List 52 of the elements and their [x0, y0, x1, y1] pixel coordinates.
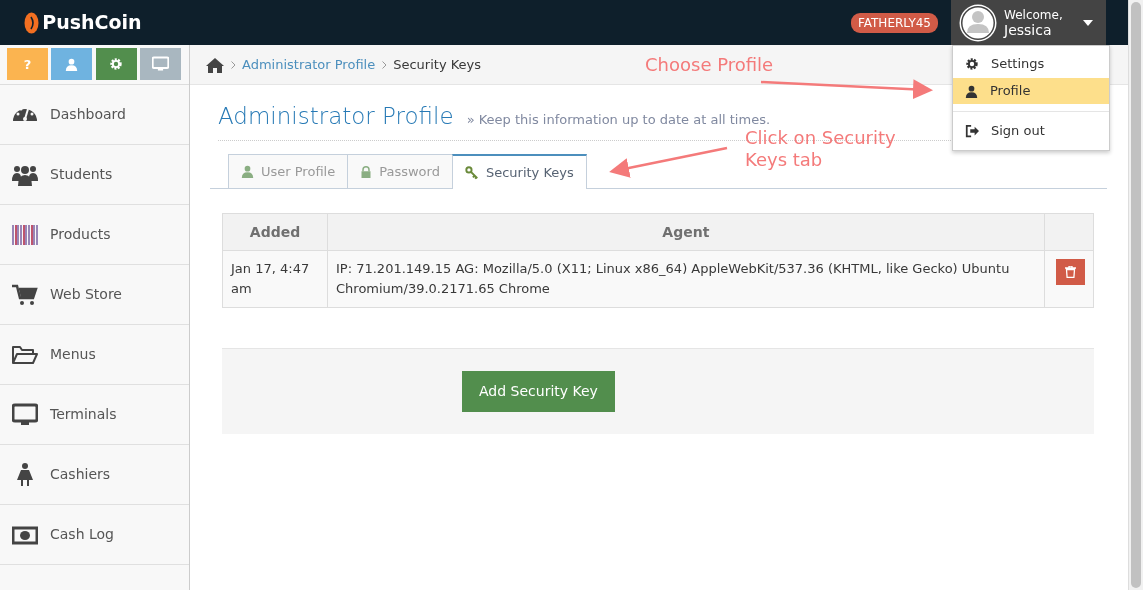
- sidebar-item[interactable]: Web Store: [0, 265, 189, 325]
- sidebar-item[interactable]: Cash Log: [0, 505, 189, 565]
- sidebar-item[interactable]: Terminals: [0, 385, 189, 445]
- sidebar-item[interactable]: Students: [0, 145, 189, 205]
- user-name: Jessica: [1004, 21, 1053, 38]
- lock-icon: [360, 165, 373, 178]
- table-cell: Jan 17, 4:47 am: [222, 250, 328, 308]
- coin-logo-icon: [24, 11, 39, 34]
- barcode-icon: [12, 222, 38, 247]
- column-header: Agent: [327, 213, 1045, 251]
- menu-item[interactable]: Settings: [953, 51, 1109, 77]
- menu-item[interactable]: Sign out: [953, 118, 1109, 144]
- delete-button[interactable]: [1056, 259, 1085, 285]
- dashboard-icon: [12, 107, 38, 122]
- shortcut-button[interactable]: [95, 48, 137, 81]
- column-header: Added: [222, 213, 328, 251]
- sidebar-item[interactable]: Menus: [0, 325, 189, 385]
- gear-icon: [109, 57, 123, 72]
- sidebar-item[interactable]: Products: [0, 205, 189, 265]
- annotation-text: Choose Profile: [645, 54, 774, 76]
- avatar-icon: [957, 2, 998, 43]
- home-icon[interactable]: [206, 56, 224, 73]
- chevron-icon: [381, 60, 387, 69]
- sidebar-item[interactable]: Dashboard: [0, 85, 189, 145]
- user-icon: [241, 165, 254, 178]
- monitor-icon: [151, 56, 169, 73]
- trash-icon: [1065, 266, 1076, 278]
- breadcrumb-current: Security Keys: [393, 55, 482, 74]
- chevron-icon: [230, 60, 236, 69]
- shortcut-button[interactable]: [51, 48, 93, 81]
- welcome-text: Welcome,: [1004, 7, 1063, 22]
- table-cell: IP: 71.201.149.15 AG: Mozilla/5.0 (X11; Linux x86_64) AppleWebKit/537.36 (KHTML, like Gecko) Ubuntu Chromium/39.0.2171.65 Chrome: [327, 250, 1045, 308]
- user-icon: [965, 84, 978, 98]
- sign-out-icon: [965, 124, 979, 138]
- caret-icon: [1083, 19, 1093, 26]
- annotation-text: Click on Security Keys tab: [745, 127, 897, 171]
- page-title: Administrator Profile: [218, 102, 454, 131]
- page-subtitle: » Keep this information up to date at all times.: [466, 111, 771, 129]
- tab[interactable]: Security Keys: [451, 154, 587, 189]
- menu-item[interactable]: Profile: [953, 78, 1109, 104]
- sidebar-item[interactable]: Cashiers: [0, 445, 189, 505]
- key-icon: [464, 165, 479, 180]
- gear-icon: [965, 57, 979, 71]
- user-icon: [65, 57, 79, 71]
- monitor-icon: [12, 402, 38, 427]
- user-menu-toggle[interactable]: Welcome, Jessica: [951, 0, 1106, 45]
- add-security-key-button[interactable]: Add Security Key: [462, 371, 615, 412]
- shortcut-button[interactable]: [139, 48, 181, 81]
- logo-text: PushCoin: [42, 10, 142, 36]
- cart-icon: [12, 282, 38, 307]
- scrollbar[interactable]: [1128, 0, 1143, 590]
- username-badge: FATHERLY45: [850, 12, 938, 33]
